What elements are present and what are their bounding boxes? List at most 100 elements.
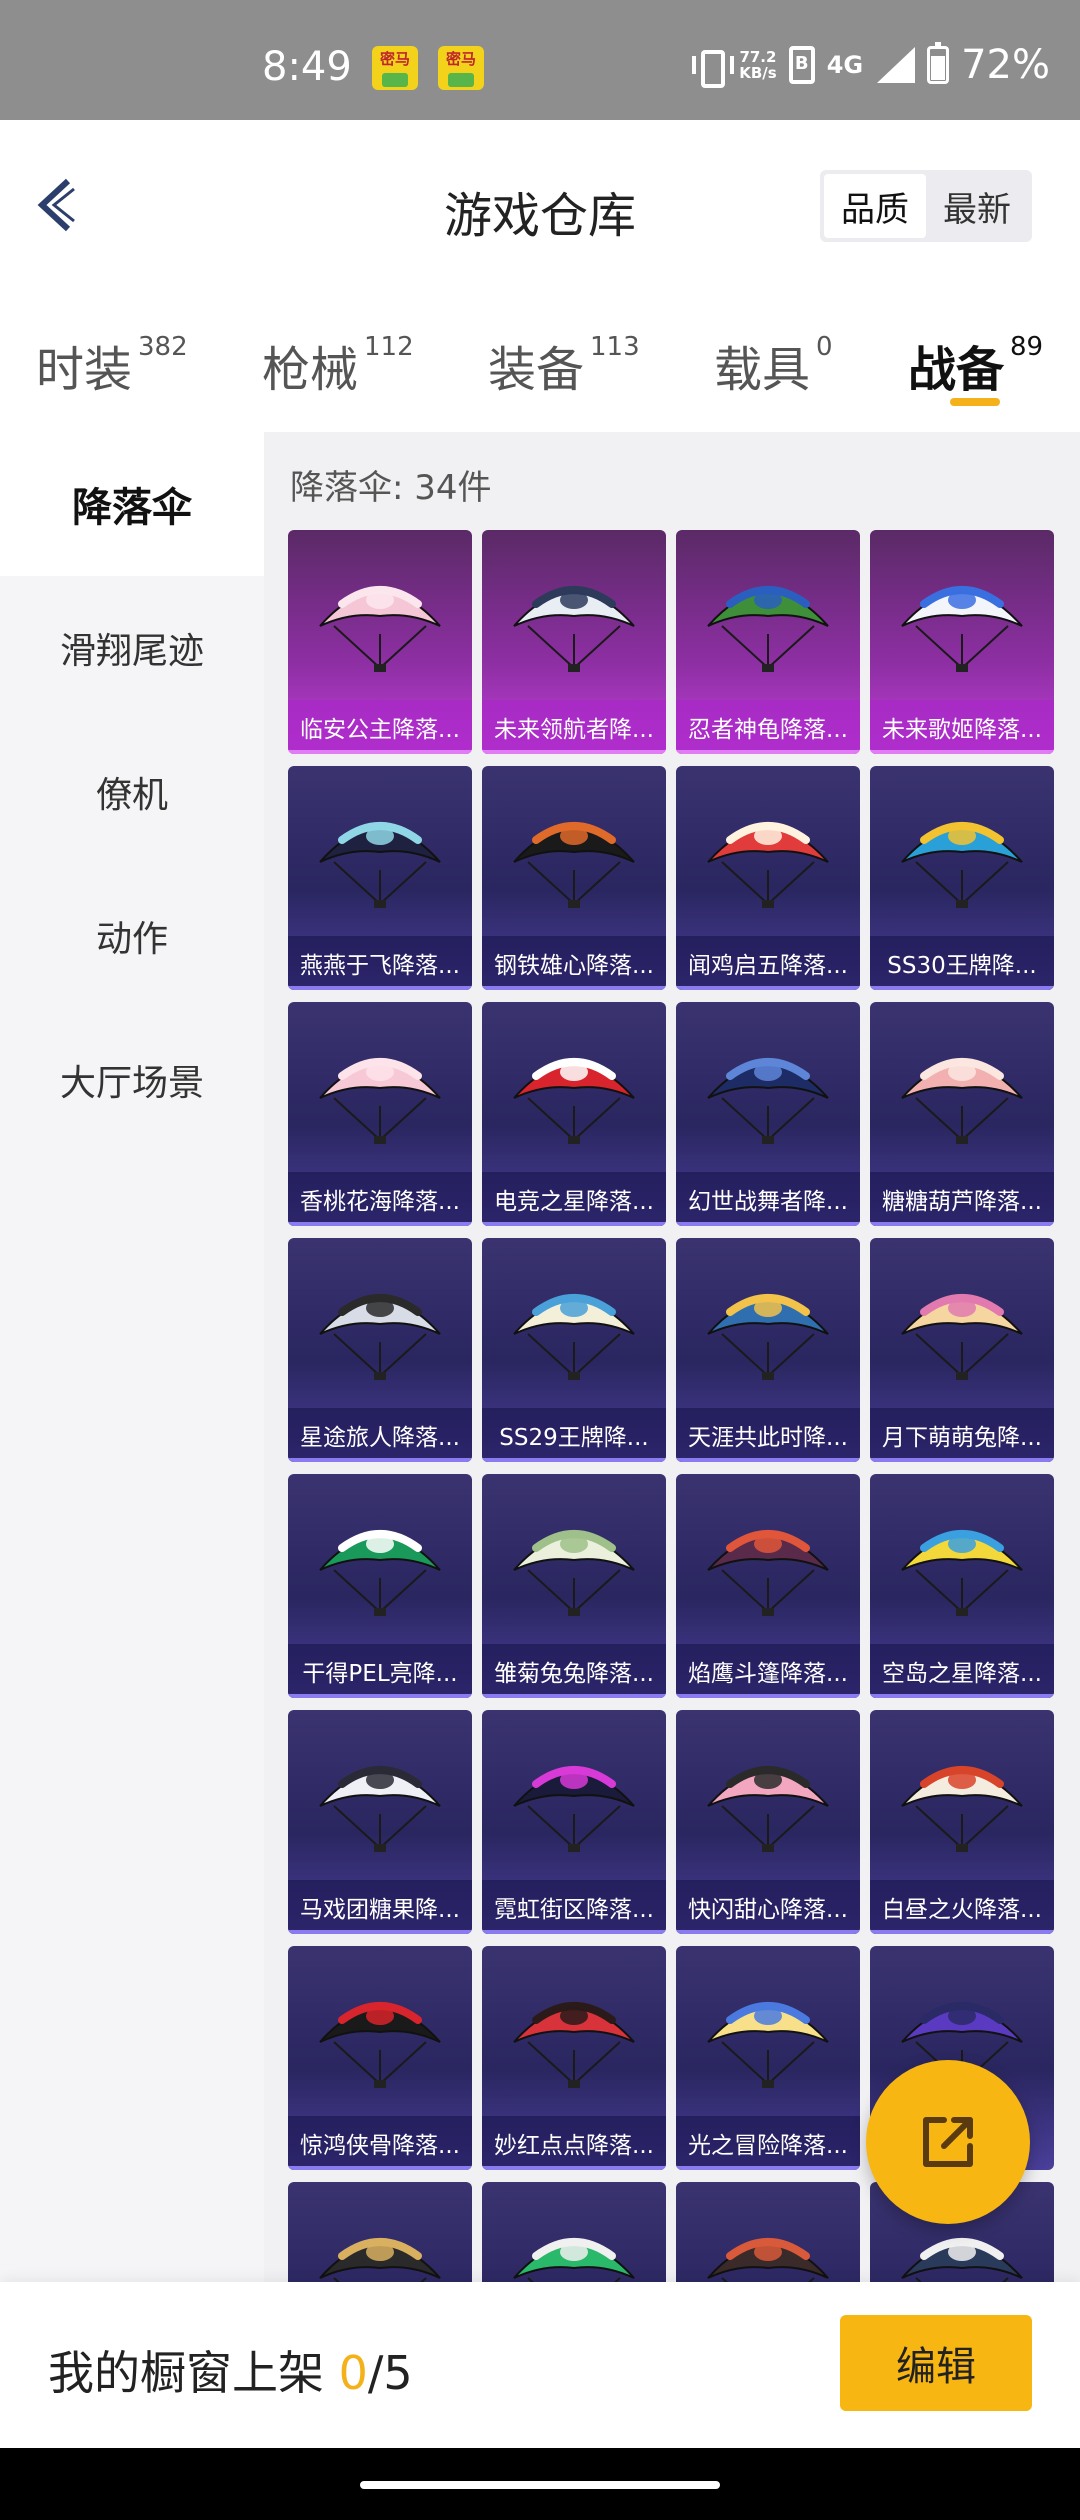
- share-button[interactable]: [866, 2060, 1030, 2224]
- item-name: 星途旅人降落...: [300, 1425, 460, 1451]
- sidebar-item-emote[interactable]: 动作: [0, 864, 264, 1008]
- item-name-bar: 干得PEL亮降...: [288, 1644, 472, 1698]
- tab-weapons[interactable]: 枪械 112: [262, 330, 414, 400]
- item-name-bar: 忍者神龟降落...: [676, 700, 860, 754]
- sidebar-item-lobby-scene[interactable]: 大厅场景: [0, 1008, 264, 1152]
- item-card[interactable]: 月下萌萌兔降...: [870, 1238, 1054, 1462]
- item-card[interactable]: 光之冒险降落...: [676, 1946, 860, 2170]
- parachute-icon: [901, 2238, 1023, 2282]
- app-notification-icon: 密马: [438, 46, 484, 90]
- item-card[interactable]: 闻鸡启五降落...: [676, 766, 860, 990]
- item-name-bar: 雏菊兔兔降落...: [482, 1644, 666, 1698]
- item-card[interactable]: 雏菊兔兔降落...: [482, 1474, 666, 1698]
- item-name-bar: 钢铁雄心降落...: [482, 936, 666, 990]
- parachute-icon: [319, 2238, 441, 2282]
- item-name-bar: 焰鹰斗篷降落...: [676, 1644, 860, 1698]
- item-name-bar: 临安公主降落...: [288, 700, 472, 754]
- item-card[interactable]: 钢铁雄心降落...: [482, 766, 666, 990]
- item-name-bar: 快闪甜心降落...: [676, 1880, 860, 1934]
- parachute-icon: [707, 1766, 829, 1852]
- item-name: 快闪甜心降落...: [688, 1897, 848, 1923]
- share-external-icon: [923, 2117, 973, 2167]
- item-card[interactable]: 妙红点点降落...: [482, 1946, 666, 2170]
- item-card[interactable]: 幻世战舞者降...: [676, 1002, 860, 1226]
- item-name-bar: 霓虹街区降落...: [482, 1880, 666, 1934]
- status-indicators: 77.2 KB/s B 4G 72%: [691, 40, 1050, 90]
- parachute-icon: [707, 2002, 829, 2088]
- item-card[interactable]: 未来领航者降...: [482, 530, 666, 754]
- app-notification-icon: 密马: [372, 46, 418, 90]
- tab-fashion[interactable]: 时装 382: [36, 330, 188, 400]
- item-card[interactable]: [288, 2182, 472, 2282]
- item-card[interactable]: 星途旅人降落...: [288, 1238, 472, 1462]
- item-card[interactable]: 霓虹街区降落...: [482, 1710, 666, 1934]
- item-name: 幻世战舞者降...: [688, 1189, 848, 1215]
- item-name-bar: 妙红点点降落...: [482, 2116, 666, 2170]
- parachute-icon: [707, 2238, 829, 2282]
- item-name-bar: 燕燕于飞降落...: [288, 936, 472, 990]
- active-tab-indicator: [950, 398, 1000, 406]
- item-card[interactable]: 燕燕于飞降落...: [288, 766, 472, 990]
- parachute-icon: [513, 1058, 635, 1144]
- item-card[interactable]: 未来歌姬降落...: [870, 530, 1054, 754]
- item-card[interactable]: SS30王牌降...: [870, 766, 1054, 990]
- item-card[interactable]: 电竞之星降落...: [482, 1002, 666, 1226]
- parachute-icon: [707, 1294, 829, 1380]
- item-name: 闻鸡启五降落...: [688, 953, 848, 979]
- item-name-bar: 白昼之火降落...: [870, 1880, 1054, 1934]
- item-card[interactable]: 快闪甜心降落...: [676, 1710, 860, 1934]
- item-card[interactable]: 空岛之星降落...: [870, 1474, 1054, 1698]
- parachute-icon: [513, 822, 635, 908]
- item-name-bar: 闻鸡启五降落...: [676, 936, 860, 990]
- item-card[interactable]: 白昼之火降落...: [870, 1710, 1054, 1934]
- item-card[interactable]: 马戏团糖果降...: [288, 1710, 472, 1934]
- item-name: 光之冒险降落...: [688, 2133, 848, 2159]
- item-name: 马戏团糖果降...: [300, 1897, 460, 1923]
- item-name-bar: 糖糖葫芦降落...: [870, 1172, 1054, 1226]
- edit-button[interactable]: 编辑: [840, 2315, 1032, 2411]
- status-time: 8:49: [262, 44, 352, 90]
- parachute-icon: [901, 1530, 1023, 1616]
- item-card[interactable]: 焰鹰斗篷降落...: [676, 1474, 860, 1698]
- item-card[interactable]: 临安公主降落...: [288, 530, 472, 754]
- sort-toggle: 品质 最新: [820, 170, 1032, 242]
- item-count-label: 降落伞: 34件: [290, 468, 492, 508]
- item-name-bar: 惊鸿侠骨降落...: [288, 2116, 472, 2170]
- parachute-icon: [901, 822, 1023, 908]
- item-name: 天涯共此时降...: [688, 1425, 848, 1451]
- sidebar-item-wingman[interactable]: 僚机: [0, 720, 264, 864]
- item-card[interactable]: 干得PEL亮降...: [288, 1474, 472, 1698]
- sidebar-item-glide-trail[interactable]: 滑翔尾迹: [0, 576, 264, 720]
- item-card[interactable]: 惊鸿侠骨降落...: [288, 1946, 472, 2170]
- item-name-bar: 电竞之星降落...: [482, 1172, 666, 1226]
- showcase-bar: 我的橱窗上架 0/5 编辑: [0, 2282, 1080, 2448]
- item-card[interactable]: 天涯共此时降...: [676, 1238, 860, 1462]
- header: 游戏仓库 品质 最新: [0, 120, 1080, 290]
- parachute-icon: [319, 1766, 441, 1852]
- showcase-label: 我的橱窗上架 0/5: [48, 2346, 413, 2400]
- net-speed: 77.2 KB/s: [739, 48, 777, 82]
- battery-icon: [927, 42, 950, 84]
- sort-quality-button[interactable]: 品质: [824, 174, 926, 238]
- item-card[interactable]: 糖糖葫芦降落...: [870, 1002, 1054, 1226]
- item-name-bar: 马戏团糖果降...: [288, 1880, 472, 1934]
- tab-vehicles[interactable]: 载具 0: [714, 330, 833, 400]
- item-card[interactable]: SS29王牌降...: [482, 1238, 666, 1462]
- home-handle[interactable]: [360, 2481, 720, 2489]
- item-name: 焰鹰斗篷降落...: [688, 1661, 848, 1687]
- item-name: 钢铁雄心降落...: [494, 953, 654, 979]
- status-bar: 8:49 密马 密马 77.2 KB/s B 4G 72%: [0, 0, 1080, 120]
- parachute-icon: [513, 1530, 635, 1616]
- sim-icon: B: [788, 46, 815, 84]
- sidebar-item-parachute[interactable]: 降落伞: [0, 432, 264, 576]
- item-card[interactable]: [482, 2182, 666, 2282]
- vibrate-icon: [691, 48, 735, 88]
- sort-newest-button[interactable]: 最新: [926, 174, 1028, 238]
- item-card[interactable]: 忍者神龟降落...: [676, 530, 860, 754]
- tab-equipment[interactable]: 装备 113: [488, 330, 640, 400]
- item-name-bar: 天涯共此时降...: [676, 1408, 860, 1462]
- item-card[interactable]: [676, 2182, 860, 2282]
- item-card[interactable]: 香桃花海降落...: [288, 1002, 472, 1226]
- parachute-icon: [707, 1530, 829, 1616]
- tab-war-prep[interactable]: 战备 89: [908, 330, 1043, 400]
